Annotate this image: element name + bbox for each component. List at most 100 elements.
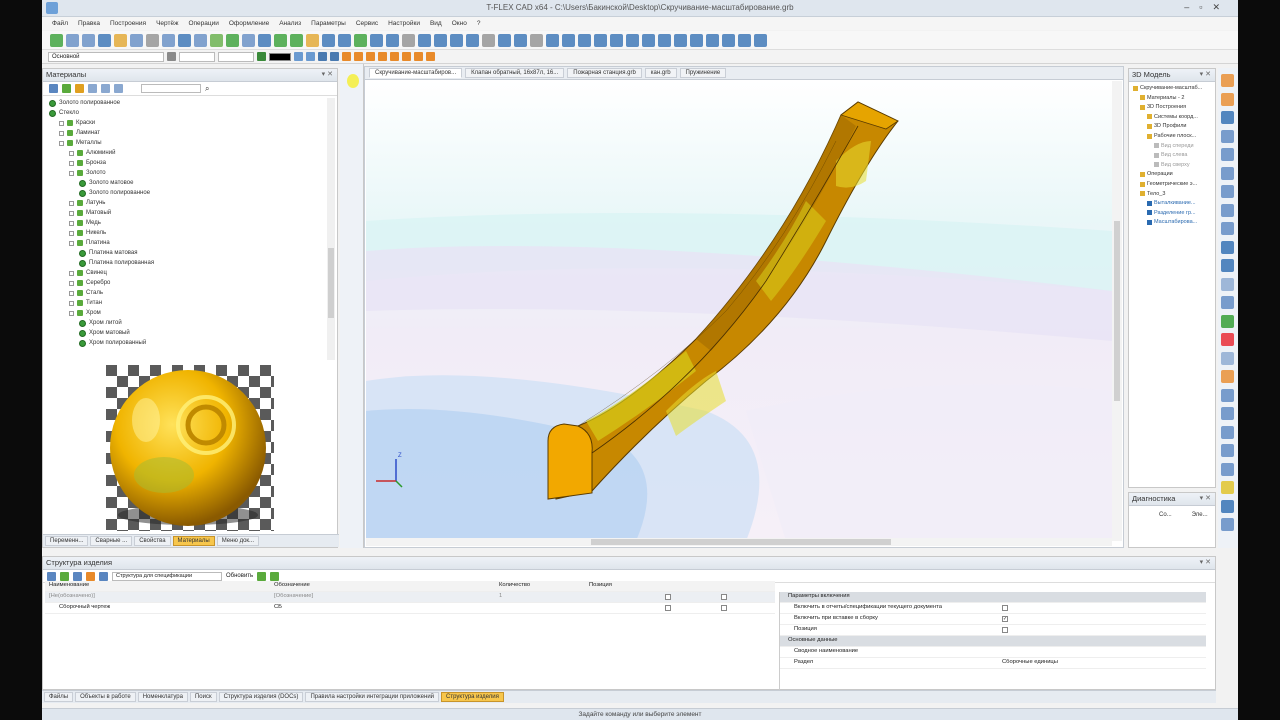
document-tab[interactable]: Пожарная станция.grb	[567, 68, 642, 78]
bottom-tab[interactable]: Правила настройки интеграции приложений	[305, 692, 440, 702]
table-row[interactable]: [Не(обозначено)] [Обозначение] 1	[45, 592, 775, 603]
toolbar-command-icon[interactable]	[322, 33, 335, 47]
structure-active-icon[interactable]	[86, 571, 95, 581]
toolbar-command-icon[interactable]	[722, 33, 735, 47]
folder-icon[interactable]	[62, 84, 71, 93]
toolbar-command-icon[interactable]	[258, 33, 271, 47]
toolbar-command-icon[interactable]	[66, 33, 79, 47]
model3d-tree-item[interactable]: Разделение гр...	[1147, 210, 1196, 216]
column-header[interactable]: Количество	[499, 582, 530, 588]
props-row[interactable]: Позиция	[780, 625, 1206, 636]
model3d-tree-item[interactable]: Операции	[1140, 171, 1173, 177]
toolbar-command-icon[interactable]	[690, 33, 703, 47]
bottom-tab[interactable]: Структура изделия	[441, 692, 504, 702]
menu-item[interactable]: Чертёж	[156, 20, 178, 27]
materials-scrollbar[interactable]	[327, 98, 335, 360]
model3d-close-icon[interactable]: ▾ ✕	[1200, 69, 1211, 81]
tree-expand-icon[interactable]	[59, 140, 64, 146]
bottom-tab[interactable]: Объекты в работе	[75, 692, 136, 702]
structure-edit-icon[interactable]	[73, 571, 82, 581]
column-header[interactable]: Наименование	[49, 582, 89, 588]
toolbar-command-icon[interactable]	[242, 33, 255, 47]
view-tool-icon[interactable]	[1221, 351, 1234, 365]
menu-item[interactable]: Оформление	[229, 20, 269, 27]
document-tab[interactable]: Клапан обратный, 16х87л, 16...	[465, 68, 565, 78]
menu-item[interactable]: Анализ	[279, 20, 301, 27]
view-tool-icon[interactable]	[1221, 333, 1234, 346]
props-row[interactable]: Включить при вставке в сборку ✓	[780, 614, 1206, 625]
toolbar-command-icon[interactable]	[466, 33, 479, 47]
panel-pin-close-icon[interactable]: ▾ ✕	[322, 69, 333, 81]
toolbar-command-icon[interactable]	[114, 33, 127, 47]
toolbar-command-icon[interactable]	[530, 33, 543, 47]
diag-col-1[interactable]: Со...	[1159, 512, 1172, 518]
left-tab[interactable]: Переменн...	[45, 536, 89, 546]
tree-expand-icon[interactable]	[69, 220, 74, 226]
materials-tree-item[interactable]: Бронза	[69, 158, 106, 168]
menu-item[interactable]: Вид	[430, 20, 442, 27]
materials-tree-item[interactable]: Платина полированная	[79, 258, 154, 268]
view-tool-icon[interactable]	[1221, 277, 1234, 291]
toolbar-command-icon[interactable]	[626, 33, 639, 47]
view-tool-icon[interactable]	[1221, 259, 1234, 272]
toolbar-command-icon[interactable]	[178, 33, 191, 47]
model3d-tree-item[interactable]: Системы коорд...	[1147, 114, 1198, 120]
view-tool-icon[interactable]	[1221, 370, 1234, 383]
color-select[interactable]	[269, 52, 291, 61]
materials-tree-item[interactable]: Платина	[69, 238, 110, 248]
tree-expand-icon[interactable]	[69, 240, 74, 246]
materials-tree-item[interactable]: Хром	[69, 308, 101, 318]
toolbar-command-icon[interactable]	[418, 33, 431, 47]
diagnostics-close-icon[interactable]: ▾ ✕	[1200, 493, 1211, 505]
toolbar-command-icon[interactable]	[498, 33, 511, 47]
grid-icon[interactable]	[294, 52, 303, 61]
toolbar-command-icon[interactable]	[610, 33, 623, 47]
snap-node-icon[interactable]	[318, 52, 327, 61]
toolbar-command-icon[interactable]	[562, 33, 575, 47]
view-tool-icon[interactable]	[1221, 407, 1234, 420]
3d-scene[interactable]: Z	[366, 81, 1112, 541]
toolbar-command-icon[interactable]	[386, 33, 399, 47]
toolbar-command-icon[interactable]	[674, 33, 687, 47]
snap-center-icon[interactable]	[366, 52, 375, 61]
scale-select-a[interactable]	[179, 51, 215, 62]
materials-tree-item[interactable]: Золото	[69, 168, 106, 178]
refresh-button[interactable]: Обновить	[226, 573, 253, 579]
model3d-tree-item[interactable]: 3D Построения	[1140, 104, 1186, 110]
bottom-tab[interactable]: Номенклатура	[137, 692, 188, 702]
row-checkbox[interactable]	[721, 605, 727, 611]
structure-add-icon[interactable]	[60, 571, 69, 581]
toolbar-command-icon[interactable]	[290, 33, 303, 47]
structure-close-icon[interactable]: ▾ ✕	[1200, 557, 1211, 569]
menu-item[interactable]: Файл	[52, 20, 68, 27]
view-tool-icon[interactable]	[1221, 222, 1234, 235]
structure-tool-icon[interactable]	[47, 571, 56, 581]
model3d-tree-item[interactable]: Рабочие плоск...	[1147, 133, 1196, 139]
toolbar-command-icon[interactable]	[146, 33, 159, 47]
snap-active-icon[interactable]	[342, 52, 351, 61]
model3d-tree-item[interactable]: Скручивание-масштаб...	[1133, 85, 1202, 91]
menu-item[interactable]: Сервис	[356, 20, 378, 27]
left-tab[interactable]: Свойства	[134, 536, 171, 546]
delete-icon[interactable]	[101, 84, 110, 93]
materials-search-input[interactable]	[141, 84, 201, 93]
materials-tree-item[interactable]: Матовый	[69, 208, 111, 218]
settings-icon[interactable]	[114, 84, 123, 93]
toolbar-command-icon[interactable]	[130, 33, 143, 47]
materials-tree-item[interactable]: Хром полированный	[79, 338, 146, 348]
snap-end-icon[interactable]	[354, 52, 363, 61]
materials-tree-item[interactable]: Хром матовый	[79, 328, 130, 338]
row-checkbox[interactable]	[665, 594, 671, 600]
menu-item[interactable]: ?	[477, 20, 481, 27]
toolbar-command-icon[interactable]	[402, 33, 415, 47]
materials-tree-item[interactable]: Стекло	[49, 108, 79, 118]
toolbar-command-icon[interactable]	[642, 33, 655, 47]
left-tab[interactable]: Сварные ...	[90, 536, 133, 546]
tree-expand-icon[interactable]	[69, 230, 74, 236]
toolbar-command-icon[interactable]	[354, 33, 367, 47]
tree-expand-icon[interactable]	[59, 120, 64, 126]
view-tool-icon[interactable]	[1221, 518, 1234, 531]
model3d-tree-item[interactable]: 3D Профили	[1147, 123, 1187, 129]
tree-expand-icon[interactable]	[69, 200, 74, 206]
snap-perp-icon[interactable]	[402, 52, 411, 61]
